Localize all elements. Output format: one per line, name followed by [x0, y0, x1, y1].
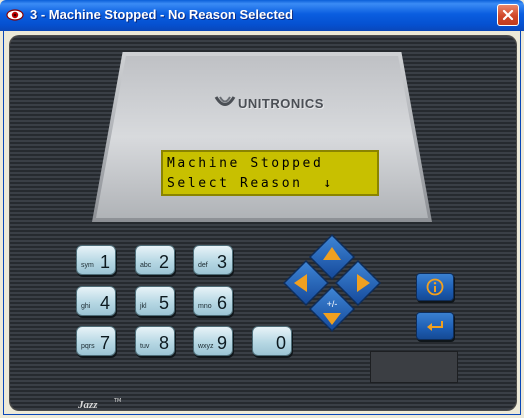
lcd-line-2: Select Reason ↓ — [167, 176, 334, 191]
key-8[interactable]: tuv 8 — [135, 326, 175, 356]
lcd-line-1: Machine Stopped — [167, 156, 324, 171]
brand-label: UNITRONICS — [238, 96, 324, 111]
key-9[interactable]: wxyz 9 — [193, 326, 233, 356]
enter-icon — [427, 321, 443, 331]
key-3[interactable]: def 3 — [193, 245, 233, 275]
key-label: 1 — [99, 252, 110, 272]
key-label: 7 — [99, 333, 110, 353]
key-sub-label: def — [198, 262, 208, 269]
key-4[interactable]: ghi 4 — [76, 286, 116, 316]
key-2[interactable]: abc 2 — [135, 245, 175, 275]
key-6[interactable]: mno 6 — [193, 286, 233, 316]
key-label: 8 — [158, 333, 169, 353]
key-sub-label: sym — [81, 262, 94, 269]
nav-pad: +/- — [282, 233, 382, 333]
window-titlebar: 3 - Machine Stopped - No Reason Selected — [0, 0, 524, 31]
key-label: 4 — [99, 293, 110, 313]
close-icon — [502, 9, 514, 21]
enter-button[interactable] — [416, 312, 454, 340]
key-sub-label: abc — [140, 262, 152, 269]
lcd-display: Machine Stopped Select Reason ↓ — [161, 150, 379, 196]
unitronics-logo-icon — [214, 96, 236, 106]
key-1[interactable]: sym 1 — [76, 245, 116, 275]
jazz-trademark: TM — [114, 398, 122, 404]
key-sub-label: tuv — [140, 343, 150, 350]
jazz-logo: Jazz — [78, 399, 98, 410]
key-sub-label: jkl — [140, 303, 147, 310]
key-label: 3 — [216, 252, 227, 272]
key-sub-label: pqrs — [81, 343, 95, 350]
nav-down-label: +/- — [327, 299, 338, 309]
info-icon — [426, 278, 444, 296]
key-5[interactable]: jkl 5 — [135, 286, 175, 316]
label-slot-panel — [370, 351, 458, 383]
window-title: 3 - Machine Stopped - No Reason Selected — [30, 7, 293, 22]
key-label: 9 — [216, 333, 227, 353]
info-button[interactable] — [416, 273, 454, 301]
key-sub-label: mno — [198, 303, 212, 310]
eye-icon — [6, 9, 24, 21]
key-label: 2 — [158, 252, 169, 272]
plc-body: UNITRONICS Machine Stopped Select Reason… — [10, 36, 516, 410]
key-label: 0 — [275, 333, 286, 353]
key-7[interactable]: pqrs 7 — [76, 326, 116, 356]
key-sub-label: ghi — [81, 303, 91, 310]
key-label: 5 — [158, 293, 169, 313]
key-sub-label: wxyz — [198, 343, 214, 350]
close-button[interactable] — [497, 4, 519, 26]
key-label: 6 — [216, 293, 227, 313]
window-client-area: UNITRONICS Machine Stopped Select Reason… — [3, 31, 521, 415]
